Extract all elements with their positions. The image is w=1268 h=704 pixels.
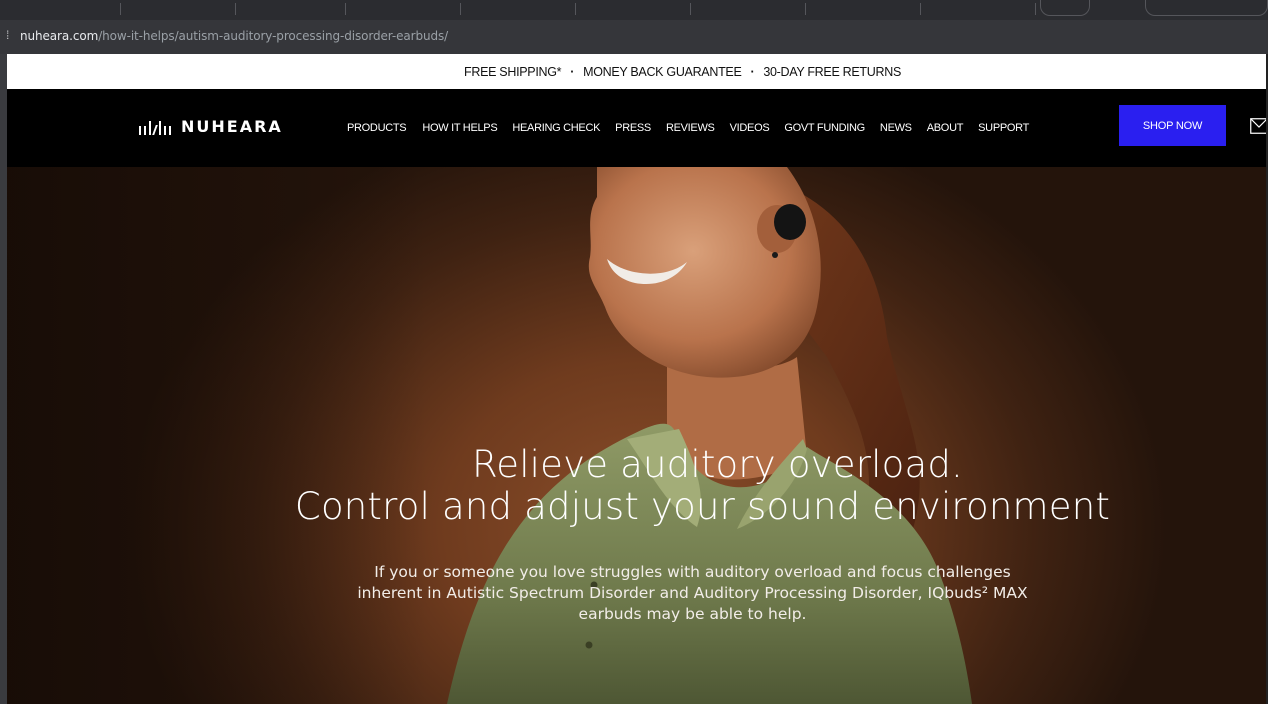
url-path: /how-it-helps/autism-auditory-processing… — [98, 29, 449, 43]
url-field[interactable]: nuheara.com/how-it-helps/autism-auditory… — [20, 29, 448, 43]
url-host: nuheara.com — [20, 29, 99, 43]
nav-item-reviews[interactable]: REVIEWS — [666, 122, 715, 134]
promo-free-shipping: FREE SHIPPING* — [464, 65, 562, 79]
hero-section: Relieve auditory overload. Control and a… — [7, 167, 1268, 704]
tab-separator — [920, 3, 921, 15]
window-frame-left — [0, 0, 7, 704]
nuheara-logo[interactable]: NUHEARA — [139, 117, 283, 136]
browser-tab-strip — [0, 0, 1268, 20]
tab-separator — [575, 3, 576, 15]
hero-title-line-2: Control and adjust your sound environmen… — [294, 485, 1111, 528]
nav-item-videos[interactable]: VIDEOS — [730, 122, 770, 134]
nav-item-how-it-helps[interactable]: HOW IT HELPS — [422, 122, 497, 134]
tab-separator — [1035, 3, 1036, 15]
tab-separator — [345, 3, 346, 15]
tab-separator — [805, 3, 806, 15]
nav-item-news[interactable]: NEWS — [880, 122, 912, 134]
promo-free-returns: 30-DAY FREE RETURNS — [763, 65, 901, 79]
promo-separator: · — [570, 65, 575, 79]
logo-wordmark: NUHEARA — [181, 117, 283, 136]
site-info-icon[interactable]: ⁞ — [6, 28, 9, 42]
tab-separator — [235, 3, 236, 15]
nav-menu: PRODUCTS HOW IT HELPS HEARING CHECK PRES… — [347, 122, 1029, 134]
shop-now-button[interactable]: SHOP NOW — [1119, 105, 1226, 146]
nav-item-govt-funding[interactable]: GOVT FUNDING — [784, 122, 865, 134]
tab-separator — [690, 3, 691, 15]
tab-separator — [460, 3, 461, 15]
promo-money-back: MONEY BACK GUARANTEE — [583, 65, 742, 79]
nav-item-products[interactable]: PRODUCTS — [347, 122, 407, 134]
promo-separator: · — [750, 65, 755, 79]
nav-item-support[interactable]: SUPPORT — [978, 122, 1029, 134]
hero-subtitle: If you or someone you love struggles wit… — [357, 563, 1028, 623]
nav-item-hearing-check[interactable]: HEARING CHECK — [512, 122, 600, 134]
address-bar[interactable]: ⁞ nuheara.com/how-it-helps/autism-audito… — [0, 20, 1268, 54]
hero-title-line-1: Relieve auditory overload. — [471, 443, 963, 486]
logo-mark-icon — [139, 119, 175, 135]
promo-bar: FREE SHIPPING* · MONEY BACK GUARANTEE · 30-D… — [7, 54, 1268, 89]
tab-separator — [120, 3, 121, 15]
nav-item-press[interactable]: PRESS — [615, 122, 651, 134]
nav-item-about[interactable]: ABOUT — [927, 122, 964, 134]
main-navigation: NUHEARA PRODUCTS HOW IT HELPS HEARING CH… — [7, 89, 1268, 167]
browser-tab[interactable] — [1040, 0, 1090, 16]
browser-tab[interactable] — [1145, 0, 1268, 16]
